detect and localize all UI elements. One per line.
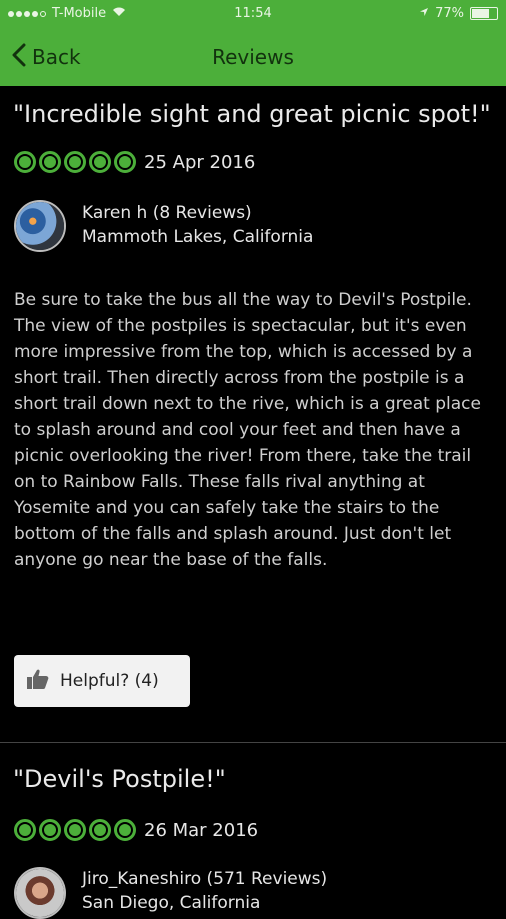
reviewer-name[interactable]: Jiro_Kaneshiro (571 Reviews) bbox=[82, 867, 327, 891]
rating-bubbles bbox=[14, 151, 136, 173]
thumbs-up-icon bbox=[26, 667, 50, 696]
rating-row: 25 Apr 2016 bbox=[14, 151, 255, 173]
rating-bubble-icon bbox=[89, 819, 111, 841]
rating-bubble-icon bbox=[114, 819, 136, 841]
review-body: Be sure to take the bus all the way to D… bbox=[14, 290, 481, 570]
reviewer-location: San Diego, California bbox=[82, 893, 261, 913]
review-title: "Incredible sight and great picnic spot!… bbox=[13, 100, 491, 128]
review-date: 26 Mar 2016 bbox=[144, 819, 259, 841]
rating-bubble-icon bbox=[64, 151, 86, 173]
avatar[interactable] bbox=[14, 867, 66, 919]
helpful-label: Helpful? (4) bbox=[60, 671, 159, 691]
reviewer-name[interactable]: Karen h (8 Reviews) bbox=[82, 201, 313, 225]
rating-bubble-icon bbox=[39, 151, 61, 173]
review-card: "Devil's Postpile!" 26 Mar 2016 Jiro_Kan… bbox=[0, 743, 506, 919]
helpful-button[interactable]: Helpful? (4) bbox=[14, 655, 190, 707]
page-title: Reviews bbox=[212, 45, 294, 69]
rating-bubbles bbox=[14, 819, 136, 841]
battery-percent: 77% bbox=[435, 6, 464, 21]
rating-bubble-icon bbox=[89, 151, 111, 173]
status-bar: T-Mobile 11:54 77% bbox=[0, 0, 506, 28]
review-card: "Incredible sight and great picnic spot!… bbox=[0, 86, 506, 742]
rating-bubble-icon bbox=[14, 819, 36, 841]
rating-bubble-icon bbox=[114, 151, 136, 173]
navigation-bar: Back Reviews bbox=[0, 28, 506, 86]
avatar[interactable] bbox=[14, 200, 66, 252]
reviewer-info: Karen h (8 Reviews) Mammoth Lakes, Calif… bbox=[82, 201, 313, 249]
rating-bubble-icon bbox=[39, 819, 61, 841]
location-arrow-icon bbox=[419, 6, 429, 21]
reviewer-location: Mammoth Lakes, California bbox=[82, 227, 314, 247]
rating-row: 26 Mar 2016 bbox=[14, 819, 258, 841]
battery-icon bbox=[470, 7, 498, 20]
review-date: 25 Apr 2016 bbox=[144, 151, 256, 173]
rating-bubble-icon bbox=[64, 819, 86, 841]
review-title: "Devil's Postpile!" bbox=[13, 765, 226, 793]
rating-bubble-icon bbox=[14, 151, 36, 173]
reviewer-info: Jiro_Kaneshiro (571 Reviews) San Diego, … bbox=[82, 867, 327, 915]
